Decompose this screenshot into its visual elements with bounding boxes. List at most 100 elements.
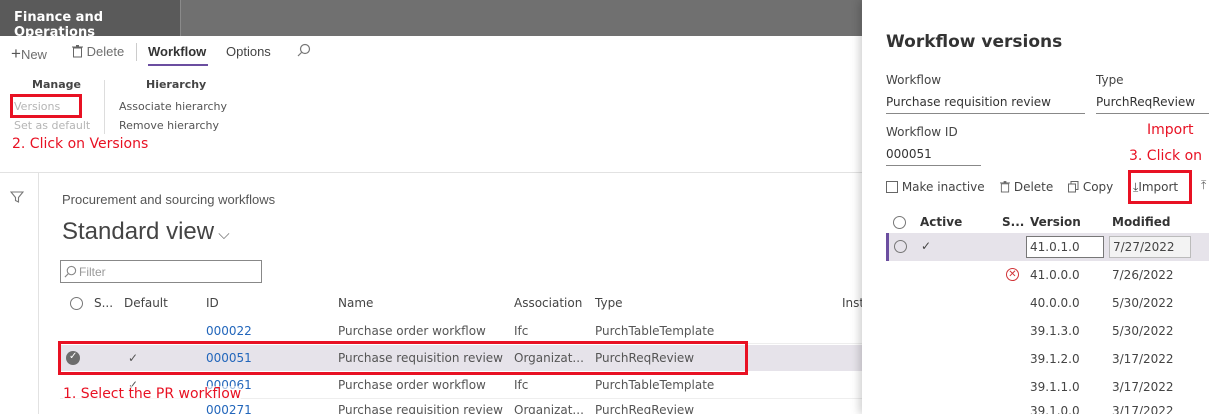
version-row[interactable]: 39.1.3.0 5/30/2022 [886,318,1209,346]
panel-title: Workflow versions [886,32,1063,52]
version-number: 39.1.2.0 [1030,352,1080,366]
breadcrumb: Procurement and sourcing workflows [62,192,276,207]
filter-placeholder: Filter [79,265,106,279]
row-id[interactable]: 000022 [206,324,252,338]
version-number: 40.0.0.0 [1030,296,1080,310]
version-modified: 3/17/2022 [1112,352,1174,366]
version-modified: 5/30/2022 [1112,324,1174,338]
app-title-box[interactable]: Finance and Operations [0,0,181,40]
delete-version-label: Delete [1013,180,1054,194]
version-cell-editing[interactable]: 41.0.1.0 [1026,236,1104,258]
search-icon [64,265,77,278]
select-all-radio[interactable] [893,216,906,229]
row-type: PurchTableTemplate [595,324,715,338]
step1-annotation: 1. Select the PR workflow [63,386,242,402]
remove-hierarchy-button[interactable]: Remove hierarchy [119,119,219,132]
col-version[interactable]: Version [1030,215,1081,229]
version-row[interactable]: 40.0.0.0 5/30/2022 [886,290,1209,318]
row-association: Ifc [514,378,529,392]
table-row[interactable]: 000271 Purchase requisition review Organ… [60,400,862,414]
trash-icon [72,45,83,58]
make-inactive-label: Make inactive [901,180,985,194]
col-id[interactable]: ID [206,296,219,310]
ribbon-bottom-border [0,172,862,173]
workflow-field[interactable]: Purchase requisition review [886,95,1085,114]
step3-annotation: 3. Click on [1129,148,1203,164]
delete-version-button[interactable]: Delete [1000,180,1053,194]
ribbon-divider [104,80,105,134]
delete-button[interactable]: Delete [72,44,124,59]
version-number: 39.1.1.0 [1030,380,1080,394]
search-icon[interactable] [297,43,311,60]
col-name[interactable]: Name [338,296,373,310]
checkbox-icon [886,181,898,193]
version-modified: 7/27/2022 [1109,236,1191,258]
error-icon: ✕ [1006,268,1019,281]
row-name: Purchase order workflow [338,378,486,392]
version-number: 39.1.3.0 [1030,324,1080,338]
version-row[interactable]: 39.1.2.0 3/17/2022 [886,346,1209,374]
filter-funnel-icon[interactable] [9,190,25,207]
row-type: PurchTableTemplate [595,378,715,392]
copy-icon [1068,181,1079,193]
tab-underline [148,64,208,66]
type-field[interactable]: PurchReqReview [1096,95,1209,114]
type-label: Type [1096,73,1124,87]
workflow-id-label: Workflow ID [886,125,958,139]
copy-label: Copy [1082,180,1114,194]
manage-group-title: Manage [32,78,81,91]
new-button[interactable]: +New [11,44,47,64]
col-association[interactable]: Association [514,296,582,310]
workflow-label: Workflow [886,73,942,87]
version-row[interactable]: ✕ 41.0.0.0 7/26/2022 [886,262,1209,290]
select-all-radio[interactable] [70,297,83,310]
toolbar-divider [136,43,137,61]
import-highlight [1128,170,1192,204]
col-version-status[interactable]: S... [1002,215,1024,229]
version-row[interactable]: 39.1.0.0 3/17/2022 [886,402,1209,414]
row-radio[interactable] [894,240,907,253]
make-inactive-button[interactable]: Make inactive [886,180,985,194]
version-number: 41.0.0.0 [1030,268,1080,282]
app-title: Finance and Operations [14,10,104,40]
filter-input[interactable]: Filter [60,260,262,283]
version-modified: 7/26/2022 [1112,268,1174,282]
version-active: ✓ [921,239,932,253]
version-modified: 5/30/2022 [1112,296,1174,310]
new-label: New [20,47,47,62]
view-selector[interactable]: Standard view ⌵ [62,218,230,246]
tab-workflow[interactable]: Workflow [148,44,206,59]
col-type[interactable]: Type [595,296,623,310]
import-hint: Import [1147,122,1194,138]
version-number: 39.1.0.0 [1030,404,1080,414]
hierarchy-group-title: Hierarchy [146,78,207,91]
col-active[interactable]: Active [920,215,962,229]
workflow-tab-label: Workflow [148,44,207,59]
workflow-id-field[interactable]: 000051 [886,147,981,166]
row-association: Ifc [514,324,529,338]
tab-options[interactable]: Options [226,44,271,59]
version-row-selected[interactable]: ✓ 41.0.1.0 7/27/2022 [886,233,1209,261]
col-modified[interactable]: Modified [1112,215,1171,229]
chevron-down-icon: ⌵ [214,226,230,243]
delete-label: Delete [86,44,125,59]
row-name: Purchase requisition review [338,403,503,414]
trash-icon [1000,181,1010,193]
version-row[interactable]: 39.1.1.0 3/17/2022 [886,374,1209,402]
row-id[interactable]: 000271 [206,403,252,414]
set-as-default-button[interactable]: Set as default [14,119,90,132]
version-modified: 3/17/2022 [1112,380,1174,394]
col-inst[interactable]: Inst [842,296,864,310]
filter-pane-border [38,173,39,414]
version-modified: 3/17/2022 [1112,404,1174,414]
versions-highlight [10,94,82,118]
options-tab-label: Options [226,44,271,59]
col-default[interactable]: Default [124,296,168,310]
row-type: PurchReqReview [595,403,695,414]
col-status[interactable]: S... [94,296,113,310]
associate-hierarchy-button[interactable]: Associate hierarchy [119,100,227,113]
export-arrow-icon[interactable]: ⤒ [1201,178,1206,193]
copy-version-button[interactable]: Copy [1068,180,1113,194]
pr-row-highlight [58,341,748,375]
row-association: Organizat... [514,403,584,414]
